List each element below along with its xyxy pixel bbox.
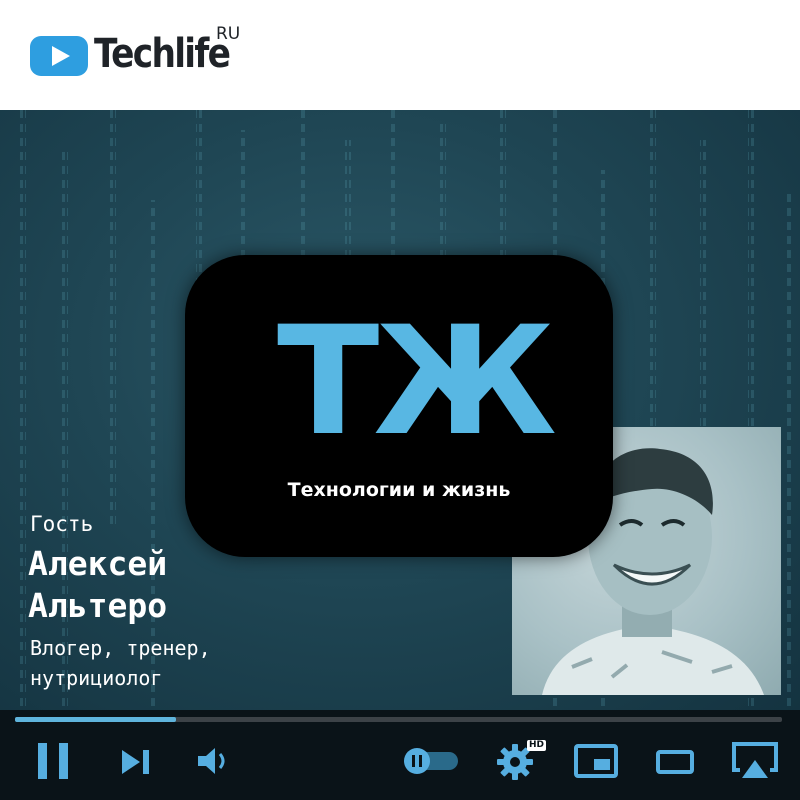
guest-last-name: Альтеро: [28, 586, 168, 625]
region-label: RU: [216, 24, 241, 44]
progress-bar[interactable]: [15, 717, 782, 722]
show-logo-card: ТЖ Технологии и жизнь: [185, 255, 613, 557]
guest-description-line2: нутрициолог: [30, 666, 163, 690]
site-header: Techlife RU: [0, 0, 800, 110]
toggle-icon[interactable]: [400, 748, 460, 774]
show-tagline: Технологии и жизнь: [287, 479, 511, 501]
progress-bar-fill: [15, 717, 177, 722]
play-logo-icon[interactable]: [30, 36, 88, 76]
guest-role-label: Гость: [30, 512, 94, 536]
cast-icon[interactable]: [732, 742, 778, 780]
pause-icon[interactable]: [36, 741, 70, 781]
miniplayer-icon[interactable]: [574, 744, 618, 778]
theater-icon[interactable]: [656, 750, 694, 774]
hd-badge: HD: [527, 740, 547, 751]
skip-next-icon[interactable]: [120, 748, 152, 776]
show-logo-letters: ТЖ: [277, 295, 557, 469]
brand-name[interactable]: Techlife: [94, 26, 231, 82]
volume-icon[interactable]: [196, 745, 232, 777]
guest-description: Влогер, тренер, нутрициолог: [30, 633, 310, 693]
guest-description-line1: Влогер, тренер,: [30, 636, 211, 660]
